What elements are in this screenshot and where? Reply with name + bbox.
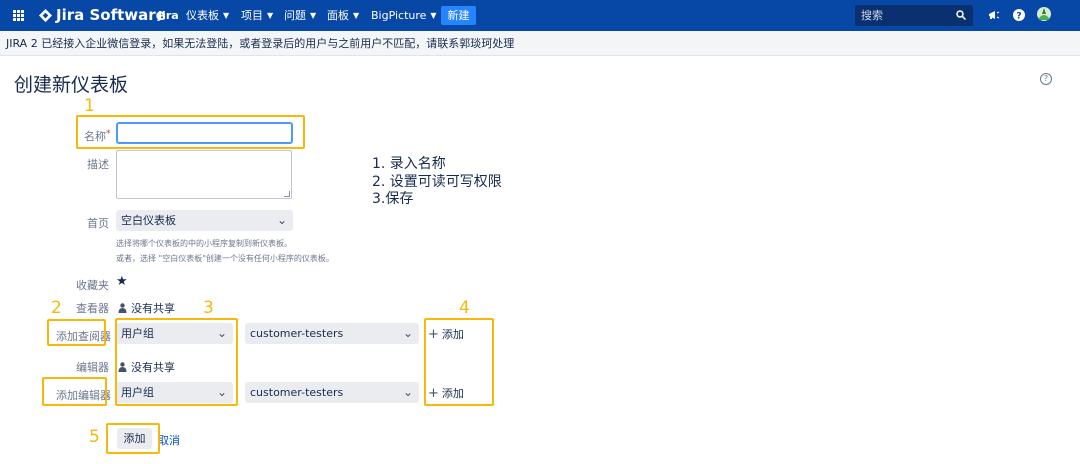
highlight-box-4 — [424, 318, 494, 406]
announcement-banner: JIRA 2 已经接入企业微信登录，如果无法登陆，或者登录后的用户与之前用户不匹… — [0, 31, 1080, 56]
help-icon[interactable]: ? — [1040, 73, 1052, 85]
menu-bigpicture[interactable]: BigPicture ▼ — [371, 0, 437, 31]
annotation-number-4: 4 — [459, 298, 470, 318]
note-step-3: 3.保存 — [372, 191, 414, 207]
chevron-down-icon: ▼ — [430, 11, 437, 20]
viewer-group-value: customer-testers — [250, 327, 344, 340]
highlight-box-3 — [115, 318, 238, 406]
megaphone-icon[interactable] — [987, 8, 1001, 22]
highlight-box-2 — [47, 319, 106, 346]
page-title: 创建新仪表板 — [14, 74, 129, 96]
menu-dashboards[interactable]: 仪表板 ▼ — [186, 0, 229, 31]
chevron-down-icon: ⌄ — [402, 385, 413, 399]
viewer-group-select[interactable]: customer-testers ⌄ — [245, 323, 419, 344]
editor-group-select[interactable]: customer-testers ⌄ — [245, 382, 419, 403]
chevron-down-icon: ⌄ — [276, 213, 287, 227]
start-from-hint-1: 选择将哪个仪表板的中的小程序复制到新仪表板。 — [116, 239, 292, 248]
top-navigation-bar: Jira Software Jira 仪表板 ▼ 项目 ▼ 问题 ▼ 面板 ▼ BigP… — [0, 0, 1080, 31]
start-from-select[interactable]: 空白仪表板 ⌄ — [116, 210, 293, 231]
annotation-number-5: 5 — [89, 427, 100, 447]
start-from-label: 首页 — [87, 217, 109, 230]
user-avatar-icon[interactable] — [1036, 6, 1052, 24]
menu-boards-label: 面板 — [327, 9, 349, 22]
editor-group-value: customer-testers — [250, 386, 344, 399]
menu-projects-label: 项目 — [241, 9, 263, 22]
chevron-down-icon: ▼ — [223, 11, 230, 20]
star-icon[interactable]: ★ — [116, 275, 128, 288]
annotation-number-1: 1 — [84, 96, 95, 116]
chevron-down-icon: ▼ — [353, 11, 360, 20]
start-from-value: 空白仪表板 — [121, 214, 176, 227]
menu-bigpicture-label: BigPicture — [371, 9, 427, 22]
help-icon[interactable]: ? — [1012, 8, 1026, 22]
svg-text:?: ? — [1016, 12, 1021, 22]
product-name[interactable]: Jira — [158, 0, 179, 31]
menu-dashboards-label: 仪表板 — [186, 9, 219, 22]
highlight-box-5 — [106, 423, 160, 454]
start-from-hint-2: 或者，选择 "空白仪表板"创建一个没有任何小程序的仪表板。 — [116, 254, 334, 263]
viewers-label: 查看器 — [76, 302, 109, 315]
annotation-number-2: 2 — [51, 298, 62, 318]
resize-handle-icon[interactable] — [284, 191, 290, 197]
menu-issues-label: 问题 — [284, 9, 306, 22]
menu-boards[interactable]: 面板 ▼ — [327, 0, 359, 31]
search-icon[interactable] — [956, 10, 966, 20]
editors-label: 编辑器 — [76, 361, 109, 374]
create-button[interactable]: 新建 — [441, 6, 476, 25]
highlight-box-editor — [42, 377, 107, 406]
menu-projects[interactable]: 项目 ▼ — [241, 0, 273, 31]
viewers-value-text: 没有共享 — [131, 302, 175, 315]
description-textarea[interactable] — [116, 150, 292, 199]
viewers-value: 没有共享 — [118, 300, 175, 316]
favorite-label: 收藏夹 — [76, 279, 109, 292]
note-step-1: 1. 录入名称 — [372, 156, 446, 172]
app-switcher-icon[interactable] — [13, 10, 24, 21]
menu-issues[interactable]: 问题 ▼ — [284, 0, 316, 31]
note-step-2: 2. 设置可读可写权限 — [372, 173, 502, 190]
chevron-down-icon: ⌄ — [402, 326, 413, 340]
chevron-down-icon: ▼ — [310, 11, 317, 20]
jira-logo-icon[interactable] — [38, 8, 53, 23]
annotation-number-3: 3 — [203, 298, 214, 318]
chevron-down-icon: ▼ — [267, 11, 274, 20]
description-label: 描述 — [87, 158, 109, 171]
instruction-notes: 1. 录入名称 2. 设置可读可写权限 3.保存 — [372, 156, 502, 209]
person-icon — [118, 303, 127, 313]
highlight-box-1 — [76, 115, 305, 149]
cancel-link[interactable]: 取消 — [158, 432, 180, 448]
brand-name[interactable]: Jira Software — [56, 0, 166, 31]
